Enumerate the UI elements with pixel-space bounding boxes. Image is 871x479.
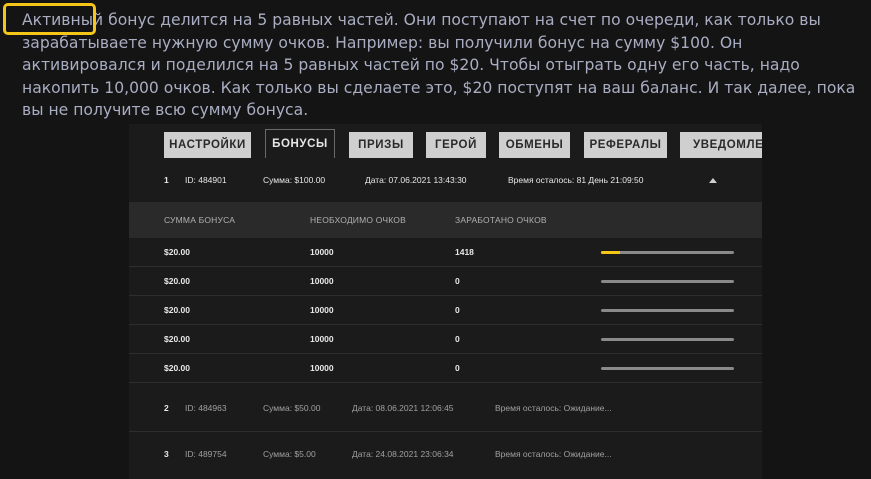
bonus-number: 2 xyxy=(164,403,169,413)
bonus-date: Дата: 07.06.2021 13:43:30 xyxy=(365,175,467,185)
row-earned: 0 xyxy=(455,276,460,286)
detail-table-header: СУММА БОНУСА НЕОБХОДИМО ОЧКОВ ЗАРАБОТАНО… xyxy=(129,202,762,238)
tab-referrals[interactable]: РЕФЕРАЛЫ xyxy=(584,132,667,158)
row-earned: 1418 xyxy=(455,247,474,257)
bonus-number: 3 xyxy=(164,449,169,459)
table-row: $20.00 10000 0 xyxy=(129,267,762,296)
row-required: 10000 xyxy=(310,363,334,373)
bonus-time-left: Время осталось: Ожидание... xyxy=(495,449,612,459)
bonus-row-header[interactable]: 3 ID: 489754 Сумма: $5.00 Дата: 24.08.20… xyxy=(129,432,762,476)
row-required: 10000 xyxy=(310,276,334,286)
bonus-row-header[interactable]: 2 ID: 484963 Сумма: $50.00 Дата: 08.06.2… xyxy=(129,386,762,430)
bonus-amount: Сумма: $100.00 xyxy=(263,175,326,185)
col-required-points: НЕОБХОДИМО ОЧКОВ xyxy=(310,215,406,225)
table-row: $20.00 10000 0 xyxy=(129,325,762,354)
tab-prizes[interactable]: ПРИЗЫ xyxy=(349,132,413,158)
progress-bar xyxy=(601,367,734,370)
bonus-row-header[interactable]: 1 ID: 484901 Сумма: $100.00 Дата: 07.06.… xyxy=(129,158,762,202)
tab-hero[interactable]: ГЕРОЙ xyxy=(426,132,486,158)
progress-fill xyxy=(601,251,620,254)
tab-notifications[interactable]: УВЕДОМЛЕНИЯ xyxy=(680,132,762,158)
progress-bar xyxy=(601,280,734,283)
table-row: $20.00 10000 1418 xyxy=(129,238,762,267)
row-amount: $20.00 xyxy=(164,247,190,257)
row-required: 10000 xyxy=(310,305,334,315)
bonuses-panel: НАСТРОЙКИ БОНУСЫ ПРИЗЫ ГЕРОЙ ОБМЕНЫ РЕФЕ… xyxy=(129,124,762,479)
bonus-date: Дата: 08.06.2021 12:06:45 xyxy=(352,403,454,413)
progress-bar xyxy=(601,338,734,341)
row-earned: 0 xyxy=(455,363,460,373)
row-amount: $20.00 xyxy=(164,363,190,373)
row-earned: 0 xyxy=(455,305,460,315)
tab-exchanges[interactable]: ОБМЕНЫ xyxy=(499,132,570,158)
tab-settings[interactable]: НАСТРОЙКИ xyxy=(164,132,251,158)
row-amount: $20.00 xyxy=(164,305,190,315)
col-bonus-amount: СУММА БОНУСА xyxy=(164,215,236,225)
bonus-time-left: Время осталось: 81 День 21:09:50 xyxy=(508,175,644,185)
bonus-id: ID: 484901 xyxy=(185,175,227,185)
row-amount: $20.00 xyxy=(164,334,190,344)
bonus-time-left: Время осталось: Ожидание... xyxy=(495,403,612,413)
col-earned-points: ЗАРАБОТАНО ОЧКОВ xyxy=(455,215,547,225)
bonus-number: 1 xyxy=(164,175,169,185)
tab-bonuses[interactable]: БОНУСЫ xyxy=(265,129,335,158)
row-amount: $20.00 xyxy=(164,276,190,286)
description-text: бонус делится на 5 равных частей. Они по… xyxy=(22,11,856,120)
tab-bar: НАСТРОЙКИ БОНУСЫ ПРИЗЫ ГЕРОЙ ОБМЕНЫ РЕФЕ… xyxy=(129,124,762,158)
bonus-date: Дата: 24.08.2021 23:06:34 xyxy=(352,449,454,459)
table-row: $20.00 10000 0 xyxy=(129,354,762,383)
row-earned: 0 xyxy=(455,334,460,344)
table-row: $20.00 10000 0 xyxy=(129,296,762,325)
row-required: 10000 xyxy=(310,247,334,257)
row-required: 10000 xyxy=(310,334,334,344)
progress-bar xyxy=(601,309,734,312)
collapse-caret-icon[interactable] xyxy=(709,178,717,183)
bonus-description: Активный бонус делится на 5 равных часте… xyxy=(22,9,862,122)
bonus-id: ID: 489754 xyxy=(185,449,227,459)
progress-bar xyxy=(601,251,734,254)
bonus-id: ID: 484963 xyxy=(185,403,227,413)
bonus-amount: Сумма: $50.00 xyxy=(263,403,321,413)
highlight-box xyxy=(3,3,96,35)
bonus-amount: Сумма: $5.00 xyxy=(263,449,316,459)
